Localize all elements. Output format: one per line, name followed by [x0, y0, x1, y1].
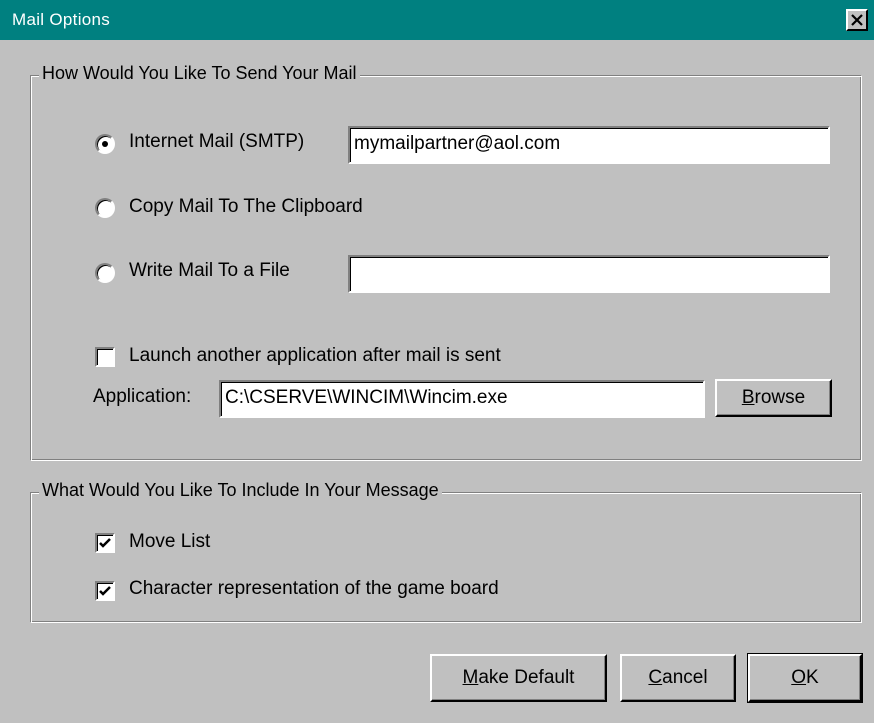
ok-button[interactable]: OK — [747, 653, 863, 703]
board-representation-checkbox[interactable] — [95, 581, 115, 601]
checkmark-icon — [99, 586, 111, 596]
close-icon — [851, 14, 863, 26]
window-title: Mail Options — [12, 10, 111, 29]
cancel-label: Cancel — [648, 667, 708, 688]
mail-options-dialog: Mail Options How Would You Like To Send … — [0, 0, 874, 723]
file-path-input[interactable] — [348, 255, 830, 293]
application-label: Application: — [93, 386, 192, 407]
title-bar[interactable]: Mail Options — [0, 0, 874, 40]
copy-clipboard-label[interactable]: Copy Mail To The Clipboard — [129, 196, 363, 218]
make-default-label: Make Default — [462, 667, 575, 688]
cancel-button[interactable]: Cancel — [620, 654, 736, 702]
browse-button[interactable]: Browse — [715, 379, 832, 417]
write-file-label[interactable]: Write Mail To a File — [129, 260, 290, 282]
send-mail-legend: How Would You Like To Send Your Mail — [39, 63, 360, 84]
launch-app-label[interactable]: Launch another application after mail is… — [129, 345, 501, 367]
application-path-input[interactable]: C:\CSERVE\WINCIM\Wincim.exe — [219, 380, 705, 418]
ok-label: OK — [791, 667, 819, 688]
radio-internet-mail[interactable] — [95, 134, 115, 154]
radio-copy-clipboard[interactable] — [95, 198, 115, 218]
internet-mail-label[interactable]: Internet Mail (SMTP) — [129, 131, 304, 153]
radio-write-file[interactable] — [95, 263, 115, 283]
smtp-address-input[interactable]: mymailpartner@aol.com — [348, 126, 830, 164]
close-button[interactable] — [846, 9, 868, 31]
include-legend: What Would You Like To Include In Your M… — [39, 480, 442, 501]
move-list-checkbox[interactable] — [95, 533, 115, 553]
radio-selected-dot — [102, 141, 108, 147]
make-default-button[interactable]: Make Default — [430, 654, 607, 702]
browse-label: Browse — [741, 387, 806, 408]
board-representation-label[interactable]: Character representation of the game boa… — [129, 578, 499, 600]
checkmark-icon — [99, 538, 111, 548]
include-groupbox: What Would You Like To Include In Your M… — [30, 480, 862, 623]
move-list-label[interactable]: Move List — [129, 531, 210, 553]
launch-app-checkbox[interactable] — [95, 347, 115, 367]
